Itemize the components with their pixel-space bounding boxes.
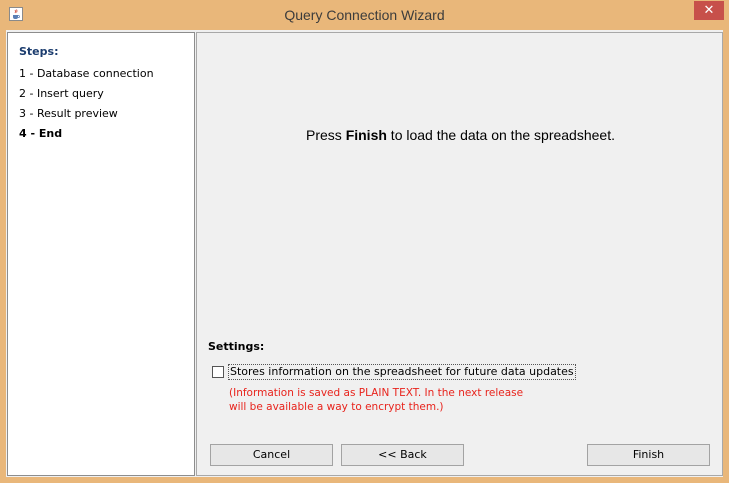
wizard-content-panel: Press Finish to load the data on the spr…	[196, 32, 723, 476]
back-button[interactable]: << Back	[341, 444, 464, 466]
finish-instruction-suffix: to load the data on the spreadsheet.	[386, 127, 615, 143]
finish-instruction-bold: Finish	[345, 127, 387, 143]
finish-button[interactable]: Finish	[587, 444, 710, 466]
step-item-database-connection: 1 - Database connection	[19, 67, 154, 80]
close-window-button[interactable]: ✕	[694, 1, 724, 20]
close-icon: ✕	[703, 3, 715, 18]
plain-text-warning-line1: (Information is saved as PLAIN TEXT. In …	[229, 387, 524, 399]
store-info-checkbox[interactable]	[212, 366, 224, 378]
cancel-button[interactable]: Cancel	[210, 444, 333, 466]
plain-text-warning-line2: will be available a way to encrypt them.…	[229, 401, 444, 413]
step-item-end: 4 - End	[19, 127, 63, 140]
step-item-insert-query: 2 - Insert query	[19, 87, 104, 100]
finish-instruction: Press Finish to load the data on the spr…	[197, 127, 724, 143]
step-item-result-preview: 3 - Result preview	[19, 107, 118, 120]
steps-panel: Steps: 1 - Database connection 2 - Inser…	[7, 32, 195, 476]
window-title: Query Connection Wizard	[284, 7, 445, 23]
steps-title: Steps:	[19, 45, 59, 58]
store-info-checkbox-label[interactable]: Stores information on the spreadsheet fo…	[228, 364, 576, 380]
finish-instruction-prefix: Press	[306, 127, 346, 143]
title-bar: Query Connection Wizard ✕	[0, 0, 729, 30]
settings-title: Settings:	[208, 340, 265, 353]
plain-text-warning: (Information is saved as PLAIN TEXT. In …	[229, 386, 529, 414]
dialog-body: Steps: 1 - Database connection 2 - Inser…	[6, 30, 723, 477]
